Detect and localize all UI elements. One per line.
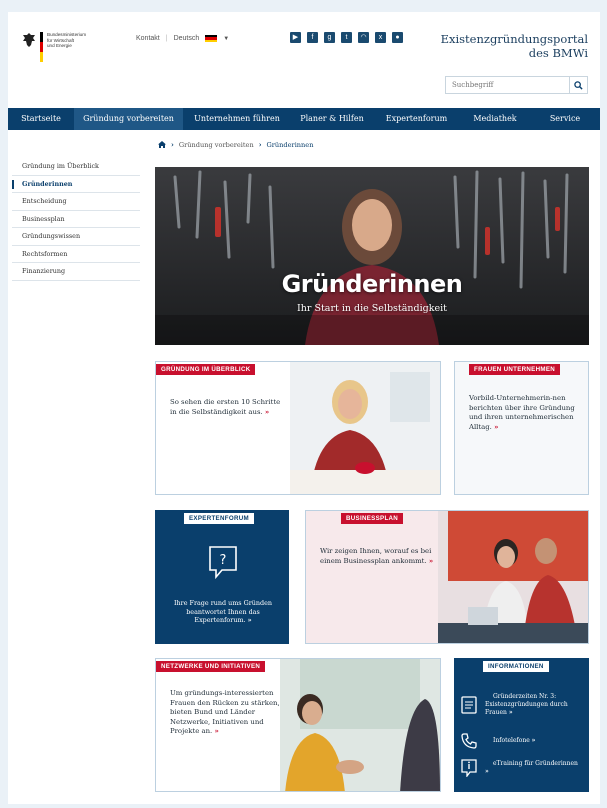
social-icons: ▶ f g t ◠ x ●	[290, 32, 403, 43]
sidebar-item-businessplan[interactable]: Businessplan	[12, 211, 140, 228]
ministry-name: Bundesministerium für Wirtschaft und Ene…	[47, 32, 87, 49]
sidebar-item-gruenderinnen[interactable]: Gründerinnen	[12, 176, 140, 193]
facebook-icon[interactable]: f	[307, 32, 318, 43]
search-icon	[574, 80, 583, 90]
xing-icon[interactable]: x	[375, 32, 386, 43]
chevron-down-icon[interactable]: ▼	[223, 36, 229, 42]
flag-stripe	[40, 32, 43, 62]
nav-gruendung-vorbereiten[interactable]: Gründung vorbereiten	[74, 108, 183, 130]
search-input[interactable]	[446, 77, 569, 93]
search-button[interactable]	[569, 77, 587, 93]
breadcrumb: › Gründung vorbereiten › Gründerinnen	[158, 140, 313, 149]
info-item-etraining[interactable]: eTraining für Gründerinnen »	[461, 759, 580, 777]
search-box	[445, 76, 588, 94]
rss-icon[interactable]: ◠	[358, 32, 369, 43]
sidebar-item-finanzierung[interactable]: Finanzierung	[12, 263, 140, 281]
app-icon[interactable]: ●	[392, 32, 403, 43]
card-businessplan[interactable]: BUSINESSPLAN Wir zeigen Ihnen, worauf es…	[305, 510, 589, 644]
card-image	[280, 659, 440, 791]
card-tag: NETZWERKE UND INITIATIVEN	[156, 661, 266, 672]
nav-mediathek[interactable]: Mediathek	[460, 108, 530, 130]
nav-expertenforum[interactable]: Expertenforum	[373, 108, 460, 130]
sidebar-item-rechtsformen[interactable]: Rechtsformen	[12, 246, 140, 263]
eagle-icon	[23, 33, 35, 47]
card-tag: EXPERTENFORUM	[184, 513, 254, 524]
card-netzwerke-initiativen[interactable]: NETZWERKE UND INITIATIVEN Um gründungs-i…	[155, 658, 441, 792]
german-flag-icon	[205, 35, 218, 42]
chevron-right-icon: ›	[258, 140, 262, 149]
card-text: Wir zeigen Ihnen, worauf es bei einem Bu…	[320, 547, 434, 565]
card-image	[438, 511, 588, 643]
sidebar-item-entscheidung[interactable]: Entscheidung	[12, 193, 140, 211]
breadcrumb-item[interactable]: Gründung vorbereiten	[179, 141, 254, 149]
info-item-infotelefone[interactable]: Infotelefone »	[461, 733, 535, 749]
question-icon: ?	[209, 546, 237, 579]
card-text: Um gründungs-interessierten Frauen den R…	[170, 689, 280, 735]
hero-subtitle: Ihr Start in die Selbständigkeit	[297, 303, 447, 314]
twitter-icon[interactable]: t	[341, 32, 352, 43]
card-text: Vorbild-Unternehmerin-nen berichten über…	[469, 394, 575, 431]
portal-title[interactable]: Existenzgründungsportal des BMWi	[441, 32, 588, 60]
card-text: So sehen die ersten 10 Schritte in die S…	[170, 398, 281, 416]
card-gruendung-im-ueberblick[interactable]: GRÜNDUNG IM ÜBERBLICK So sehen die erste…	[155, 361, 441, 495]
nav-startseite[interactable]: Startseite	[8, 108, 74, 130]
contact-link[interactable]: Kontakt	[136, 35, 160, 42]
main-nav: Startseite Gründung vorbereiten Unterneh…	[8, 108, 600, 130]
nav-planer-hilfen[interactable]: Planer & Hilfen	[291, 108, 373, 130]
phone-icon	[461, 733, 477, 749]
hero-banner: Gründerinnen Ihr Start in die Selbständi…	[155, 167, 589, 345]
chevron-right-icon: ›	[171, 140, 174, 149]
bmwi-logo[interactable]: Bundesministerium für Wirtschaft und Ene…	[22, 32, 107, 62]
google-plus-icon[interactable]: g	[324, 32, 335, 43]
card-informationen: INFORMATIONEN Gründerzeiten Nr. 3: Exist…	[454, 658, 589, 792]
hero-title: Gründerinnen	[281, 270, 463, 298]
sidebar-item-gruendungswissen[interactable]: Gründungswissen	[12, 228, 140, 246]
card-tag: BUSINESSPLAN	[341, 513, 404, 524]
hero-image	[155, 167, 589, 345]
card-text: Ihre Frage rund ums Gründen beantwortet …	[174, 599, 272, 624]
sidebar-nav: Gründung im Überblick Gründerinnen Entsc…	[12, 158, 140, 281]
sidebar-item-gruendung-im-ueberblick[interactable]: Gründung im Überblick	[12, 158, 140, 176]
breadcrumb-current: Gründerinnen	[266, 140, 314, 149]
svg-text:?: ?	[220, 553, 227, 568]
card-image	[290, 362, 440, 494]
nav-service[interactable]: Service	[530, 108, 600, 130]
top-links: Kontakt | Deutsch ▼	[136, 35, 230, 42]
info-item-gruenderzeiten[interactable]: Gründerzeiten Nr. 3: Existenzgründungen …	[461, 693, 580, 717]
info-icon	[461, 759, 477, 777]
card-frauen-unternehmen[interactable]: FRAUEN UNTERNEHMEN Vorbild-Unternehmerin…	[454, 361, 589, 495]
youtube-icon[interactable]: ▶	[290, 32, 301, 43]
card-tag: FRAUEN UNTERNEHMEN	[469, 364, 561, 375]
card-tag: INFORMATIONEN	[483, 661, 549, 672]
document-icon	[461, 696, 477, 714]
page: Bundesministerium für Wirtschaft und Ene…	[8, 12, 600, 804]
home-icon[interactable]	[158, 141, 166, 148]
card-expertenforum[interactable]: EXPERTENFORUM ? Ihre Frage rund ums Grün…	[155, 510, 289, 644]
language-selector[interactable]: Deutsch	[174, 35, 200, 42]
card-tag: GRÜNDUNG IM ÜBERBLICK	[156, 364, 256, 375]
nav-unternehmen-fuehren[interactable]: Unternehmen führen	[183, 108, 291, 130]
